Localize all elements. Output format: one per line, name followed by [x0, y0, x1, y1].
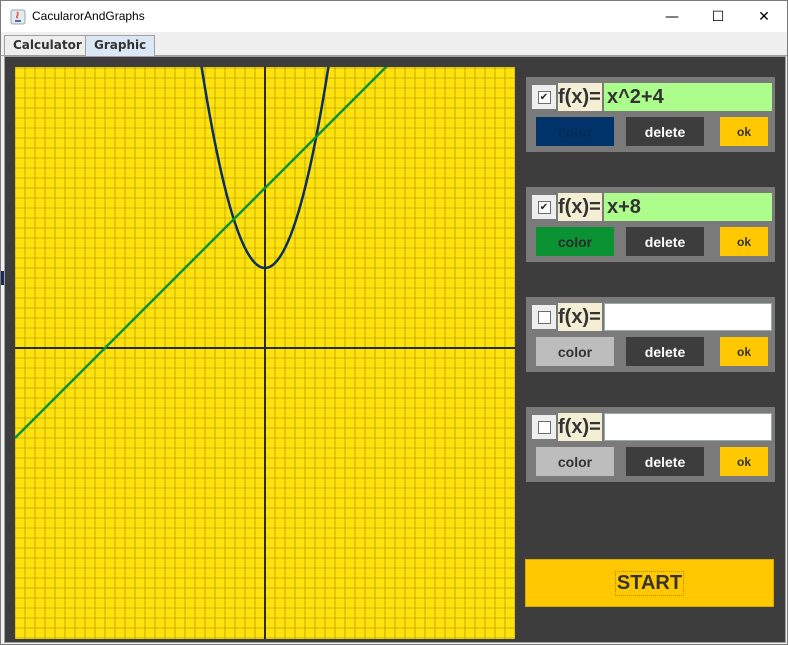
function-1-color-button[interactable]: color: [536, 117, 614, 146]
title-bar: CacularorAndGraphs — ☐ ✕: [1, 1, 787, 32]
minimize-icon: —: [665, 8, 679, 25]
tab-calculator[interactable]: Calculator: [4, 35, 91, 55]
function-4-ok-button[interactable]: ok: [720, 447, 768, 476]
check-icon: ✔: [537, 200, 551, 214]
function-2-color-button[interactable]: color: [536, 227, 614, 256]
window-edge-mark: [1, 271, 4, 285]
function-2-checkbox[interactable]: ✔: [532, 195, 556, 219]
function-2-label: f(x)=: [558, 193, 602, 221]
function-2-input[interactable]: [604, 193, 772, 221]
function-3-label: f(x)=: [558, 303, 602, 331]
java-app-icon: [10, 9, 26, 25]
function-3-color-button[interactable]: color: [536, 337, 614, 366]
start-label: START: [614, 570, 685, 596]
function-1-label: f(x)=: [558, 83, 602, 111]
close-button[interactable]: ✕: [741, 1, 787, 32]
function-row-3: f(x)= color delete ok: [526, 297, 775, 372]
function-1-ok-button[interactable]: ok: [720, 117, 768, 146]
tab-bar: Calculator Graphic: [1, 32, 787, 56]
function-4-input[interactable]: [604, 413, 772, 441]
window-title: CacularorAndGraphs: [32, 9, 145, 23]
function-row-4: f(x)= color delete ok: [526, 407, 775, 482]
start-button[interactable]: START: [525, 559, 774, 607]
maximize-button[interactable]: ☐: [695, 1, 741, 32]
function-row-2: ✔ f(x)= color delete ok: [526, 187, 775, 262]
function-2-ok-button[interactable]: ok: [720, 227, 768, 256]
function-1-input[interactable]: [604, 83, 772, 111]
check-icon: [537, 420, 551, 434]
function-1-checkbox[interactable]: ✔: [532, 85, 556, 109]
graph-canvas: [15, 67, 515, 639]
function-4-checkbox[interactable]: [532, 415, 556, 439]
function-4-color-button[interactable]: color: [536, 447, 614, 476]
check-icon: [537, 310, 551, 324]
tab-graphic[interactable]: Graphic: [85, 35, 156, 56]
maximize-icon: ☐: [711, 8, 725, 25]
function-3-delete-button[interactable]: delete: [626, 337, 704, 366]
graphic-tab-panel: ✔ f(x)= color delete ok ✔ f(x)= color de…: [4, 56, 786, 643]
check-icon: ✔: [537, 90, 551, 104]
app-window: CacularorAndGraphs — ☐ ✕ Calculator Grap…: [0, 0, 788, 645]
function-4-delete-button[interactable]: delete: [626, 447, 704, 476]
function-4-label: f(x)=: [558, 413, 602, 441]
function-3-input[interactable]: [604, 303, 772, 331]
function-1-delete-button[interactable]: delete: [626, 117, 704, 146]
minimize-button[interactable]: —: [649, 1, 695, 32]
function-3-checkbox[interactable]: [532, 305, 556, 329]
function-2-delete-button[interactable]: delete: [626, 227, 704, 256]
close-icon: ✕: [758, 8, 770, 25]
function-row-1: ✔ f(x)= color delete ok: [526, 77, 775, 152]
function-3-ok-button[interactable]: ok: [720, 337, 768, 366]
